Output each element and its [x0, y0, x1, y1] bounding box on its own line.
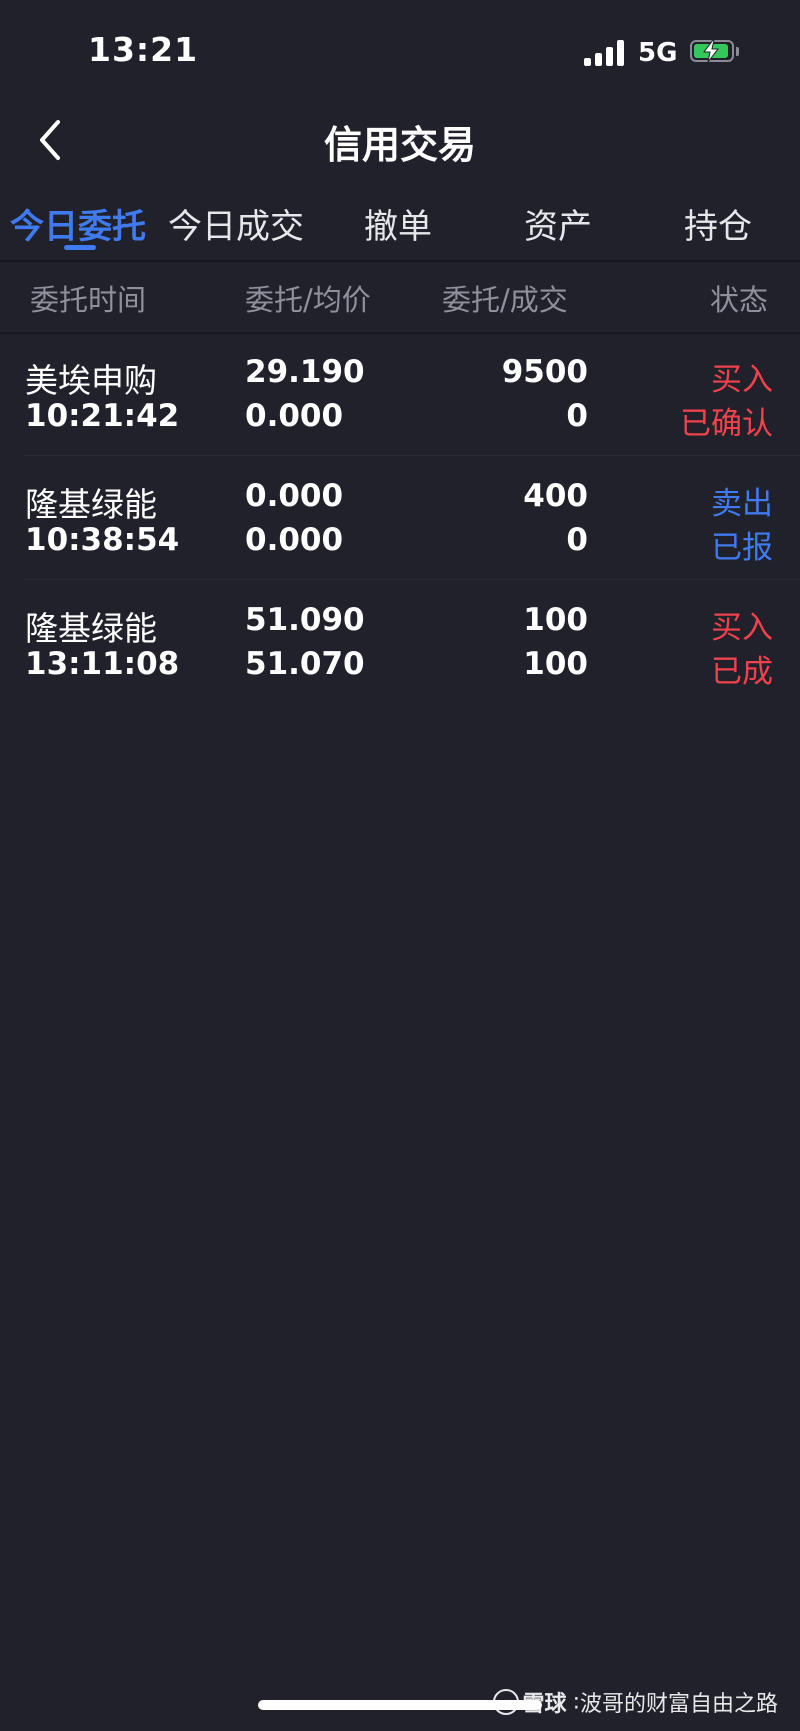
order-row[interactable]: 隆基绿能 13:11:08 51.090 51.070 100 100 买入 已… — [0, 580, 800, 704]
order-row[interactable]: 美埃申购 10:21:42 29.190 0.000 9500 0 买入 已确认 — [0, 332, 800, 456]
order-qty: 100 — [523, 602, 588, 638]
order-time: 10:38:54 — [25, 522, 180, 558]
tab-today-trades[interactable]: 今日成交 — [168, 199, 304, 248]
order-qty: 9500 — [501, 354, 588, 390]
home-indicator[interactable] — [258, 1700, 542, 1710]
avg-price: 0.000 — [245, 522, 344, 558]
signal-bars-icon — [584, 40, 626, 66]
column-header: 委托时间 委托/均价 委托/成交 状态 — [0, 262, 800, 334]
active-tab-indicator — [64, 245, 96, 250]
filled-qty: 100 — [523, 646, 588, 682]
column-time: 委托时间 — [30, 283, 147, 317]
column-price: 委托/均价 — [245, 283, 371, 317]
column-qty: 委托/成交 — [442, 283, 568, 317]
order-side: 卖出 — [711, 486, 773, 522]
watermark-author: 波哥的财富自由之路 — [579, 1692, 778, 1717]
tab-bar: 今日委托 今日成交 撤单 资产 持仓 — [0, 195, 800, 262]
order-row[interactable]: 隆基绿能 10:38:54 0.000 0.000 400 0 卖出 已报 — [0, 456, 800, 580]
order-time: 10:21:42 — [25, 398, 180, 434]
order-state: 已成 — [711, 654, 773, 690]
column-status: 状态 — [709, 283, 768, 317]
page-title: 信用交易 — [323, 123, 476, 167]
stock-name: 美埃申购 — [25, 361, 157, 400]
order-price: 0.000 — [245, 478, 344, 514]
order-time: 13:11:08 — [25, 646, 180, 682]
tab-today-orders[interactable]: 今日委托 — [10, 199, 146, 248]
order-price: 29.190 — [245, 354, 365, 390]
stock-name: 隆基绿能 — [25, 485, 157, 524]
order-qty: 400 — [523, 478, 588, 514]
filled-qty: 0 — [566, 398, 588, 434]
filled-qty: 0 — [566, 522, 588, 558]
tab-cancel-order[interactable]: 撤单 — [364, 199, 432, 248]
battery-charging-icon — [690, 40, 740, 64]
avg-price: 0.000 — [245, 398, 344, 434]
watermark-separator: : — [572, 1689, 580, 1715]
order-price: 51.090 — [245, 602, 365, 638]
order-side: 买入 — [711, 610, 773, 646]
status-time: 13:21 — [88, 30, 199, 69]
order-state: 已确认 — [680, 406, 773, 442]
tab-positions[interactable]: 持仓 — [684, 199, 752, 248]
order-state: 已报 — [711, 530, 773, 566]
status-bar: 13:21 5G — [0, 0, 800, 100]
stock-name: 隆基绿能 — [25, 609, 157, 648]
tab-assets[interactable]: 资产 — [524, 199, 592, 248]
avg-price: 51.070 — [245, 646, 365, 682]
nav-bar: 信用交易 — [0, 100, 800, 180]
order-side: 买入 — [711, 362, 773, 398]
network-type: 5G — [638, 38, 678, 68]
